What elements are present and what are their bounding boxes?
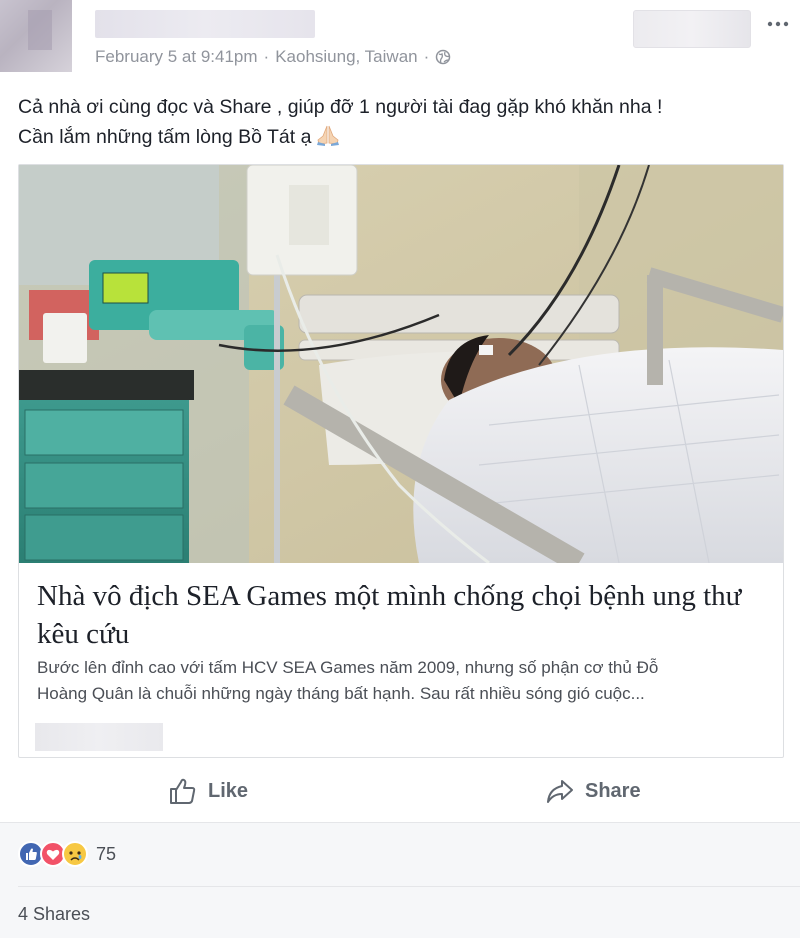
- card-title[interactable]: Nhà vô địch SEA Games một mình chống chọ…: [37, 577, 772, 653]
- card-description-line: Bước lên đỉnh cao với tấm HCV SEA Games …: [37, 658, 659, 677]
- thumbs-up-icon: [170, 778, 196, 804]
- header-button-blurred[interactable]: [633, 10, 751, 48]
- post-meta: February 5 at 9:41pm · Kaohsiung, Taiwan…: [95, 47, 451, 67]
- post-text-line: Cần lắm những tấm lòng Bồ Tát ạ: [18, 122, 788, 152]
- post-action-bar: Like Share: [0, 765, 800, 820]
- meta-separator: ·: [423, 47, 430, 66]
- post-timestamp[interactable]: February 5 at 9:41pm: [95, 47, 258, 67]
- share-button[interactable]: Share: [545, 775, 641, 807]
- folded-hands-emoji-icon: [317, 125, 340, 146]
- footer-divider: [18, 886, 800, 887]
- share-label: Share: [585, 779, 641, 802]
- card-description: Bước lên đỉnh cao với tấm HCV SEA Games …: [37, 655, 772, 707]
- globe-icon[interactable]: [435, 49, 451, 65]
- post-text-line: Cả nhà ơi cùng đọc và Share , giúp đỡ 1 …: [18, 96, 663, 118]
- post-text-line-content: Cần lắm những tấm lòng Bồ Tát ạ: [18, 126, 312, 148]
- facebook-post: February 5 at 9:41pm · Kaohsiung, Taiwan…: [0, 0, 800, 938]
- reactions-summary[interactable]: 75: [18, 841, 116, 867]
- avatar[interactable]: [0, 0, 72, 72]
- meta-separator: ·: [263, 47, 270, 66]
- post-location[interactable]: Kaohsiung, Taiwan: [275, 47, 417, 67]
- share-arrow-icon: [547, 780, 573, 803]
- like-button[interactable]: Like: [168, 775, 248, 807]
- reaction-count: 75: [96, 843, 117, 864]
- card-domain-blurred: [35, 723, 163, 751]
- post-footer: 75 4 Shares: [0, 822, 800, 938]
- sad-reaction-icon: [62, 841, 88, 867]
- shares-count-link[interactable]: 4 Shares: [18, 904, 90, 925]
- link-preview-card[interactable]: Nhà vô địch SEA Games một mình chống chọ…: [18, 164, 784, 758]
- hospital-patient-photo[interactable]: [19, 165, 783, 563]
- card-description-line: Hoàng Quân là chuỗi những ngày tháng bất…: [37, 684, 645, 703]
- post-text: Cả nhà ơi cùng đọc và Share , giúp đỡ 1 …: [18, 92, 788, 152]
- more-options-icon[interactable]: [764, 14, 792, 34]
- author-name-blurred[interactable]: [95, 10, 315, 38]
- like-label: Like: [208, 779, 249, 802]
